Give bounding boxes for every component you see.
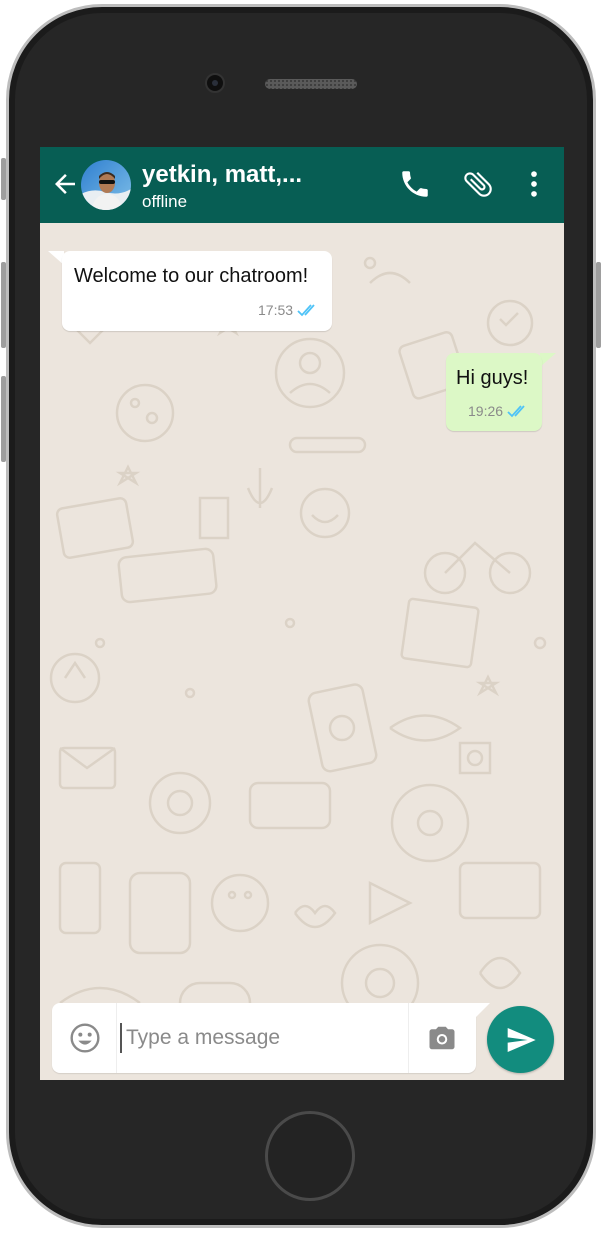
message-time: 19:26 [468,403,504,419]
volume-up-button [1,262,6,348]
composer-divider [116,1003,117,1073]
home-button[interactable] [265,1111,355,1201]
send-button[interactable] [487,1006,554,1073]
message-meta: 17:53 [258,302,319,318]
camera-icon[interactable] [426,1023,458,1053]
presence-status: offline [142,192,188,211]
smiley-icon[interactable] [69,1022,101,1054]
chat-title[interactable]: yetkin, matt,... [142,161,302,189]
volume-down-button [1,376,6,462]
message-time: 17:53 [258,302,294,318]
avatar[interactable] [81,160,131,210]
mute-switch [1,158,6,200]
outgoing-bubble-tail [540,353,556,367]
chat-screen: yetkin, matt,... offline Welcome to our … [40,147,564,1080]
phone-icon[interactable] [398,167,432,201]
double-check-icon [297,304,315,317]
message-input[interactable] [120,1023,406,1053]
chat-header: yetkin, matt,... offline [40,147,564,223]
send-icon [507,1028,536,1052]
message-meta: 19:26 [468,403,529,419]
composer-divider [408,1003,409,1073]
earpiece-speaker [265,79,357,89]
message-text: Hi guys! [456,367,529,389]
message-text: Welcome to our chatroom! [74,265,309,287]
outgoing-message[interactable]: Hi guys! 19:26 [446,353,542,431]
chat-wallpaper [49,256,547,1025]
power-button [596,262,601,348]
more-vert-icon[interactable] [517,167,551,201]
double-check-icon [507,405,525,418]
paperclip-icon[interactable] [461,167,495,201]
arrow-left-icon[interactable] [50,169,80,199]
incoming-message[interactable]: Welcome to our chatroom! 17:53 [62,251,332,331]
front-camera [205,73,225,93]
message-composer [52,1003,476,1073]
composer-tail [476,1003,490,1017]
